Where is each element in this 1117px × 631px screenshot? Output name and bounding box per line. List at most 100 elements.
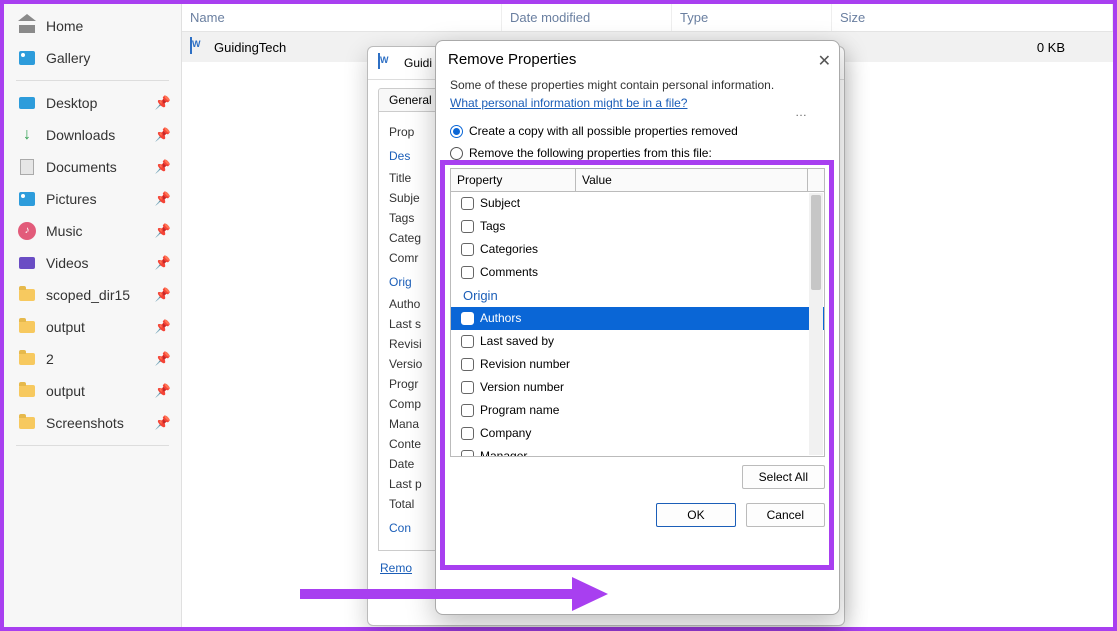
sidebar-item-label: output — [46, 317, 85, 337]
explorer-sidebar: Home Gallery Desktop 📌 ↓ Downloads 📌 Doc… — [4, 4, 182, 627]
sidebar-item-pictures[interactable]: Pictures 📌 — [4, 183, 181, 215]
info-link[interactable]: What personal information might be in a … — [450, 96, 687, 110]
list-item-comments[interactable]: Comments — [451, 261, 824, 284]
sidebar-item-scoped[interactable]: scoped_dir15 📌 — [4, 279, 181, 311]
checkbox-icon — [461, 220, 474, 233]
sidebar-item-home[interactable]: Home — [4, 10, 181, 42]
pin-icon: 📌 — [155, 317, 171, 337]
sidebar-item-music[interactable]: ♪ Music 📌 — [4, 215, 181, 247]
list-item-last-saved-by[interactable]: Last saved by — [451, 330, 824, 353]
property-list-header: Property Value — [450, 168, 825, 192]
pictures-icon — [18, 190, 36, 208]
pin-icon: 📌 — [155, 93, 171, 113]
pin-icon: 📌 — [155, 413, 171, 433]
folder-icon — [18, 318, 36, 336]
pin-icon: 📌 — [155, 285, 171, 305]
checkbox-icon — [461, 312, 474, 325]
header-property[interactable]: Property — [451, 169, 576, 191]
sidebar-item-output2[interactable]: output 📌 — [4, 375, 181, 407]
music-icon: ♪ — [18, 222, 36, 240]
header-spacer — [808, 169, 824, 191]
column-header-name[interactable]: Name — [182, 4, 502, 31]
list-item-authors[interactable]: Authors — [451, 307, 824, 330]
sidebar-item-label: Music — [46, 221, 83, 241]
select-all-row: Select All — [436, 457, 839, 497]
sidebar-item-output1[interactable]: output 📌 — [4, 311, 181, 343]
sidebar-item-label: 2 — [46, 349, 54, 369]
checkbox-icon — [461, 381, 474, 394]
radio-label: Remove the following properties from thi… — [469, 146, 712, 160]
sidebar-item-gallery[interactable]: Gallery — [4, 42, 181, 74]
ok-button[interactable]: OK — [656, 503, 735, 527]
checkbox-icon — [461, 450, 474, 457]
sidebar-item-label: scoped_dir15 — [46, 285, 130, 305]
desktop-icon — [18, 94, 36, 112]
checkbox-icon — [461, 404, 474, 417]
select-all-button[interactable]: Select All — [742, 465, 825, 489]
checkbox-icon — [461, 358, 474, 371]
radio-icon — [450, 125, 463, 138]
sidebar-divider — [16, 80, 169, 81]
folder-icon — [18, 286, 36, 304]
dialog-footer: OK Cancel — [436, 497, 839, 527]
dialog-title: Remove Properties — [448, 51, 576, 68]
column-header-type[interactable]: Type — [672, 4, 832, 31]
ellipsis-icon: … — [795, 105, 807, 119]
downloads-icon: ↓ — [18, 126, 36, 144]
scrollbar[interactable] — [809, 193, 823, 455]
sidebar-divider — [16, 445, 169, 446]
sidebar-item-two[interactable]: 2 📌 — [4, 343, 181, 375]
sidebar-item-screenshots[interactable]: Screenshots 📌 — [4, 407, 181, 439]
sidebar-item-desktop[interactable]: Desktop 📌 — [4, 87, 181, 119]
sidebar-item-documents[interactable]: Documents 📌 — [4, 151, 181, 183]
properties-title: Guidi — [404, 56, 432, 70]
list-item-categories[interactable]: Categories — [451, 238, 824, 261]
home-icon — [18, 17, 36, 35]
checkbox-icon — [461, 335, 474, 348]
pin-icon: 📌 — [155, 253, 171, 273]
sidebar-item-videos[interactable]: Videos 📌 — [4, 247, 181, 279]
pin-icon: 📌 — [155, 349, 171, 369]
file-name: GuidingTech — [214, 40, 286, 55]
list-item-program-name[interactable]: Program name — [451, 399, 824, 422]
pin-icon: 📌 — [155, 125, 171, 145]
pin-icon: 📌 — [155, 221, 171, 241]
header-value[interactable]: Value — [576, 169, 808, 191]
sidebar-item-downloads[interactable]: ↓ Downloads 📌 — [4, 119, 181, 151]
sidebar-item-label: Videos — [46, 253, 89, 273]
list-item-tags[interactable]: Tags — [451, 215, 824, 238]
property-list: Property Value Subject Tags Categories C… — [450, 168, 825, 457]
list-item-subject[interactable]: Subject — [451, 192, 824, 215]
folder-icon — [18, 414, 36, 432]
list-item-revision-number[interactable]: Revision number — [451, 353, 824, 376]
checkbox-icon — [461, 243, 474, 256]
radio-create-copy[interactable]: Create a copy with all possible properti… — [436, 120, 839, 142]
sidebar-item-label: output — [46, 381, 85, 401]
property-list-body: Subject Tags Categories Comments Origin … — [450, 192, 825, 457]
folder-icon — [18, 382, 36, 400]
word-doc-icon — [190, 38, 208, 56]
sidebar-item-label: Downloads — [46, 125, 115, 145]
sidebar-item-label: Home — [46, 16, 83, 36]
radio-label: Create a copy with all possible properti… — [469, 124, 738, 138]
sidebar-item-label: Pictures — [46, 189, 97, 209]
column-headers: Name Date modified Type Size — [182, 4, 1113, 32]
checkbox-icon — [461, 427, 474, 440]
close-icon[interactable]: ✕ — [818, 51, 831, 71]
column-header-date[interactable]: Date modified — [502, 4, 672, 31]
list-item-version-number[interactable]: Version number — [451, 376, 824, 399]
cancel-button[interactable]: Cancel — [746, 503, 825, 527]
radio-remove-following[interactable]: Remove the following properties from thi… — [436, 142, 839, 164]
sidebar-item-label: Gallery — [46, 48, 90, 68]
file-size: 0 KB — [1037, 40, 1105, 55]
tab-general[interactable]: General — [378, 88, 443, 111]
pin-icon: 📌 — [155, 157, 171, 177]
scroll-thumb[interactable] — [811, 195, 821, 290]
folder-icon — [18, 350, 36, 368]
column-header-size[interactable]: Size — [832, 4, 1113, 31]
list-item-company[interactable]: Company — [451, 422, 824, 445]
dialog-title-bar[interactable]: Remove Properties ✕ — [436, 41, 839, 78]
dialog-info-text: Some of these properties might contain p… — [436, 78, 839, 110]
list-item-manager[interactable]: Manager — [451, 445, 824, 457]
pin-icon: 📌 — [155, 381, 171, 401]
